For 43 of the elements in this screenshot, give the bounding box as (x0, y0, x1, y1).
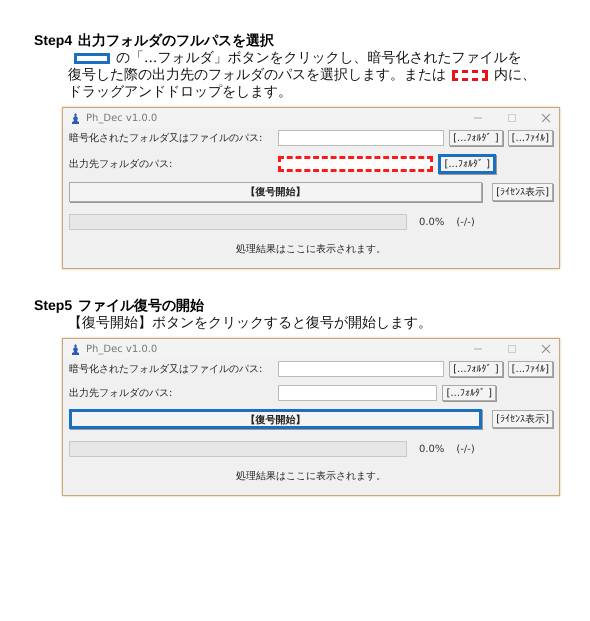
field-label: 暗号化されたフォルダ又はファイルのパス: (69, 362, 264, 376)
progress-count: (-/-) (456, 216, 475, 228)
app-icon (71, 344, 80, 354)
start-button[interactable]: 【復号開始】 (69, 409, 482, 429)
instruction-text: 内に、 (494, 67, 536, 84)
instruction-text: 【復号開始】ボタンをクリックすると復号が開始します。 (68, 315, 432, 332)
path-field[interactable] (278, 130, 444, 146)
maximize-icon[interactable] (507, 344, 517, 354)
field-label: 出力先フォルダのパス: (69, 386, 174, 400)
path-field[interactable] (278, 361, 444, 377)
browse-button[interactable]: [...ﾌｫﾙﾀﾞ ] (442, 385, 496, 401)
license-button[interactable]: [ﾗｲｾﾝｽ表示] (492, 183, 553, 201)
result-message: 処理結果はここに表示されます。 (236, 470, 386, 483)
browse-button[interactable]: [...ﾌｧｲﾙ] (508, 361, 553, 377)
browse-button[interactable]: [...ﾌｧｲﾙ] (508, 130, 553, 146)
instruction-text: の「...フォルダ」ボタンをクリックし、暗号化されたファイルを (116, 50, 522, 67)
progress-percent: 0.0% (419, 216, 444, 228)
browse-button[interactable]: [...ﾌｫﾙﾀﾞ ] (449, 361, 503, 377)
instruction-text: ドラッグアンドドロップをします。 (68, 84, 292, 101)
path-field[interactable] (278, 156, 434, 172)
field-label: 暗号化されたフォルダ又はファイルのパス: (69, 132, 264, 145)
step-title: 出力フォルダのフルパスを選択 (78, 32, 274, 50)
browse-button[interactable]: [...ﾌｫﾙﾀﾞ ] (438, 154, 496, 174)
license-button[interactable]: [ﾗｲｾﾝｽ表示] (492, 410, 553, 428)
step-number: Step5 (34, 297, 72, 313)
close-icon[interactable] (541, 113, 551, 123)
maximize-icon[interactable] (507, 113, 517, 123)
app-icon (71, 112, 80, 124)
step-title: ファイル復号の開始 (78, 297, 204, 315)
start-button[interactable]: 【復号開始】 (69, 182, 482, 202)
instruction-text: 復号した際の出力先のフォルダのパスを選択します。または (68, 67, 446, 84)
solid-frame-icon (74, 53, 110, 64)
path-field[interactable] (278, 385, 438, 401)
field-label: 出力先フォルダのパス: (69, 158, 174, 171)
progress-count: (-/-) (456, 444, 475, 454)
result-message: 処理結果はここに表示されます。 (236, 242, 386, 256)
window-title: Ph_Dec v1.0.0 (86, 344, 158, 354)
progress-percent: 0.0% (419, 444, 444, 454)
browse-button[interactable]: [...ﾌｫﾙﾀﾞ ] (449, 130, 503, 146)
dashed-frame-icon (452, 70, 488, 81)
close-icon[interactable] (541, 344, 551, 354)
step-number: Step4 (34, 32, 72, 48)
window-title: Ph_Dec v1.0.0 (86, 112, 158, 124)
